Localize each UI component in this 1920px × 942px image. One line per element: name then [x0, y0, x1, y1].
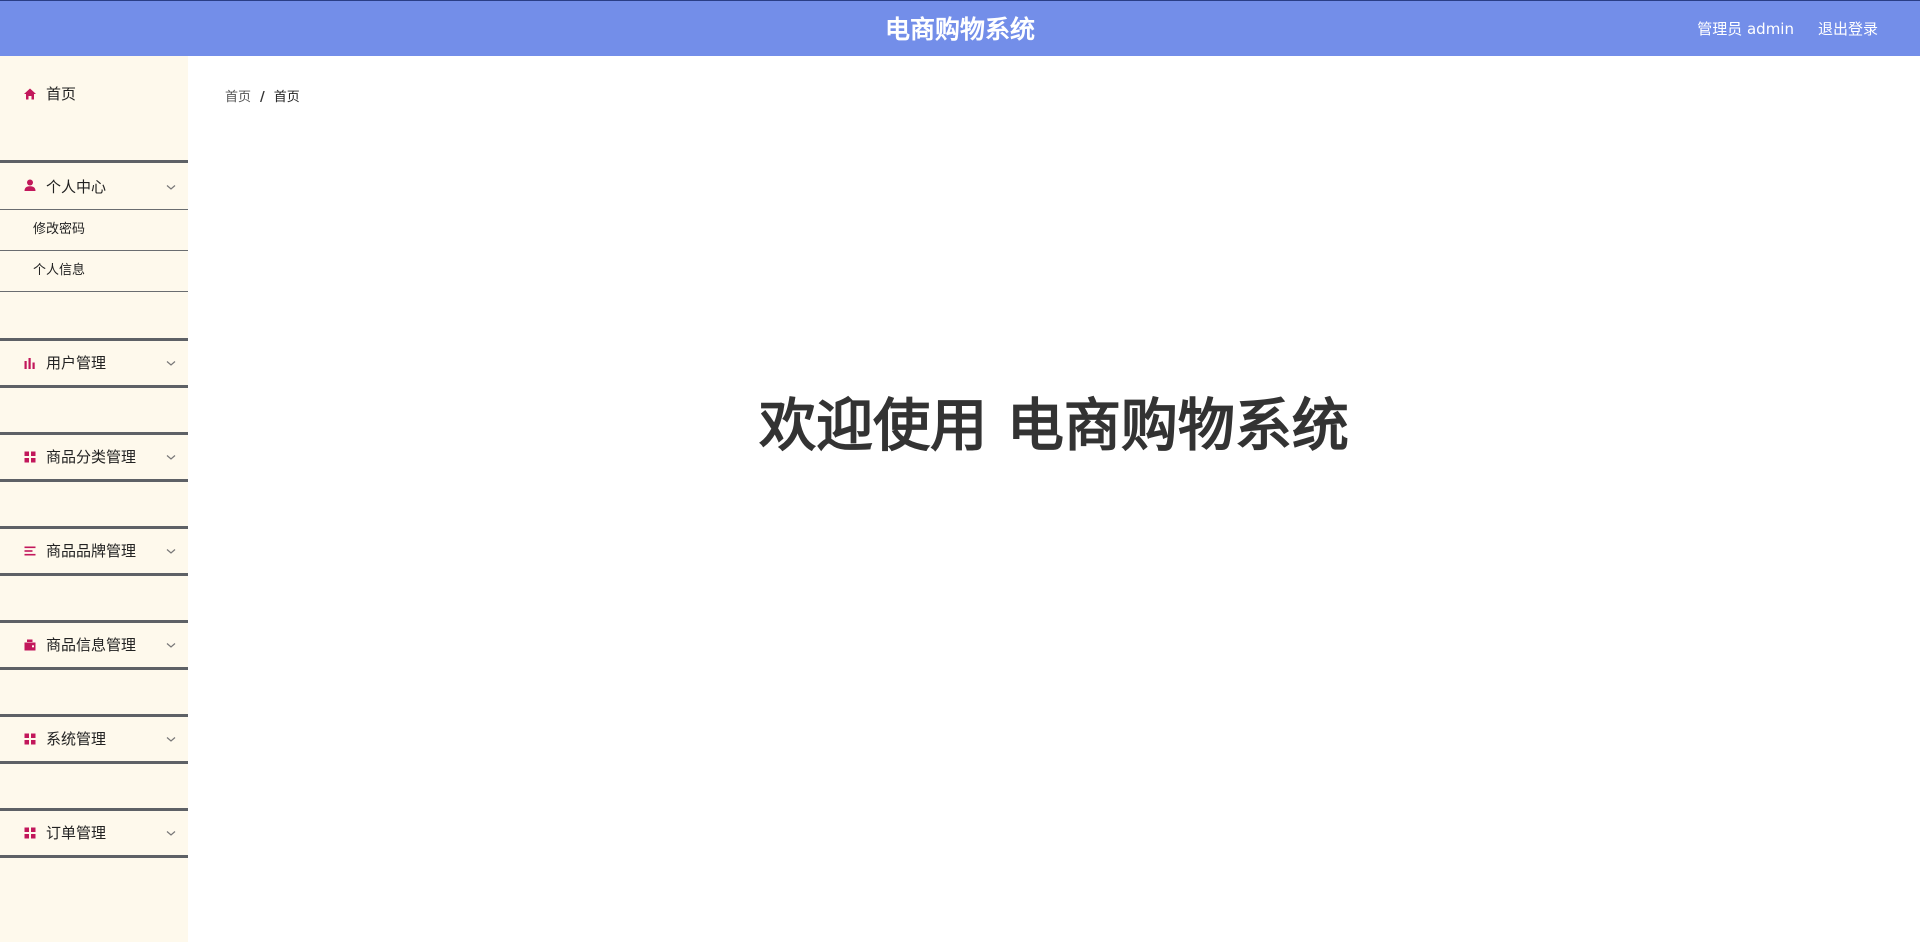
sidebar-item-label: 个人中心	[46, 178, 107, 196]
chevron-down-icon	[166, 549, 176, 554]
sidebar-item-label: 订单管理	[46, 824, 107, 842]
chevron-down-icon	[166, 737, 176, 742]
submenu-item-label: 个人信息	[33, 263, 86, 278]
sidebar-item-label: 商品信息管理	[46, 636, 137, 654]
chevron-down-icon	[166, 185, 176, 190]
sidebar-item-personal-center[interactable]: 个人中心	[0, 160, 188, 210]
bar-chart-icon	[24, 358, 35, 369]
grid-icon	[24, 451, 36, 463]
sidebar-item-category-management[interactable]: 商品分类管理	[0, 432, 188, 482]
sidebar-item-brand-management[interactable]: 商品品牌管理	[0, 526, 188, 576]
submenu-item-change-password[interactable]: 修改密码	[0, 210, 188, 251]
user-icon	[24, 179, 36, 191]
breadcrumb-root[interactable]: 首页	[225, 90, 251, 105]
breadcrumb-current: 首页	[273, 90, 300, 105]
welcome-heading: 欢迎使用 电商购物系统	[759, 393, 1349, 459]
chevron-down-icon	[166, 831, 176, 836]
breadcrumb: 首页 / 首页	[225, 90, 300, 106]
sidebar-item-label: 用户管理	[46, 354, 107, 372]
sidebar-item-order-management[interactable]: 订单管理	[0, 808, 188, 858]
top-header: 电商购物系统 管理员 admin 退出登录	[0, 0, 1920, 56]
list-icon	[24, 546, 36, 556]
sidebar-item-product-management[interactable]: 商品信息管理	[0, 620, 188, 670]
chevron-down-icon	[166, 643, 176, 648]
chevron-down-icon	[166, 361, 176, 366]
sidebar-item-label: 首页	[46, 85, 77, 103]
sidebar: 首页 个人中心 修改密码 个人信息 用户管理 商品分类管理 商品品牌管理 商品信…	[0, 56, 188, 942]
submenu-item-label: 修改密码	[33, 222, 86, 237]
chevron-down-icon	[166, 455, 176, 460]
logout-button[interactable]: 退出登录	[1818, 20, 1878, 38]
sidebar-item-label: 系统管理	[46, 730, 107, 748]
grid-icon	[24, 733, 36, 745]
submenu-item-personal-info[interactable]: 个人信息	[0, 251, 188, 292]
sidebar-item-user-management[interactable]: 用户管理	[0, 338, 188, 388]
grid-icon	[24, 827, 36, 839]
sidebar-item-label: 商品品牌管理	[46, 542, 137, 560]
wallet-icon	[24, 639, 36, 651]
app-title: 电商购物系统	[884, 15, 1035, 44]
current-user-label: 管理员 admin	[1697, 20, 1794, 38]
sidebar-item-system-management[interactable]: 系统管理	[0, 714, 188, 764]
sidebar-item-label: 商品分类管理	[46, 448, 137, 466]
home-icon	[24, 88, 36, 100]
sidebar-item-home[interactable]: 首页	[0, 56, 188, 132]
breadcrumb-separator: /	[260, 90, 265, 105]
